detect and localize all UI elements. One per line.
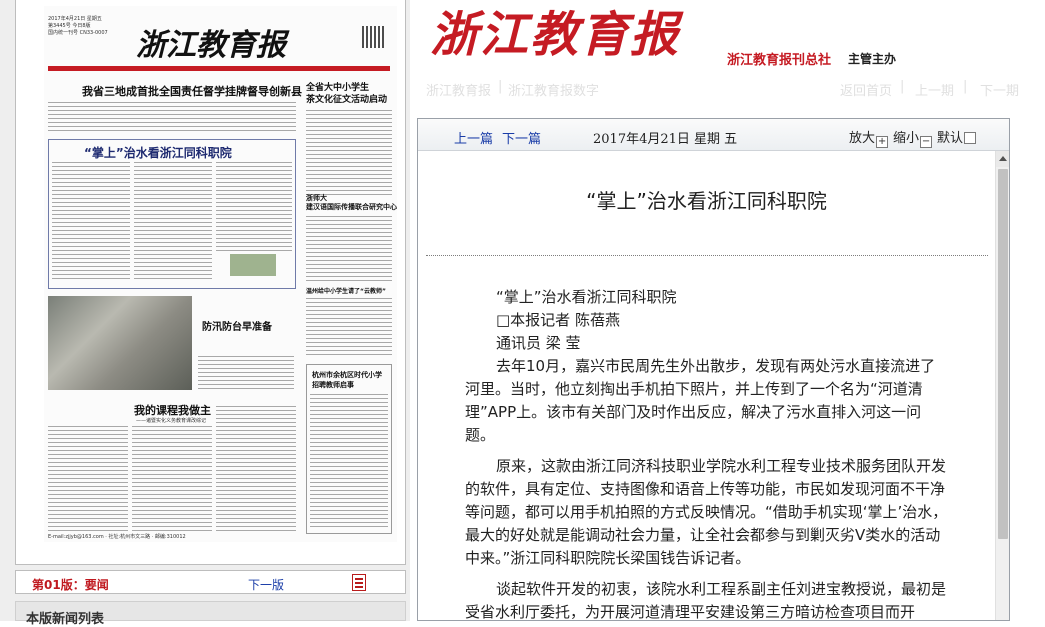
np-headline-wenzhou: 温州给中小学生请了“云教师” — [306, 288, 386, 295]
article-subtitle: “掌上”治水看浙江同科职院 — [496, 288, 677, 306]
zoom-out-label: 缩小 — [893, 131, 920, 146]
page-navigation-bar: 第01版：要闻 下一版 — [15, 570, 406, 594]
default-size-label: 默认 — [937, 131, 964, 146]
np-text-block — [216, 406, 296, 534]
np-text-block — [216, 162, 292, 252]
nav-link-prev-issue[interactable]: 上一期 — [915, 80, 954, 99]
nav-link-digital[interactable]: 浙江教育报数字 — [508, 80, 599, 99]
right-margin — [1010, 118, 1045, 621]
np-footer-line: E-mail:zjjyb@163.com · 社址:杭州市文三路 · 邮编:31… — [48, 534, 186, 540]
np-text-block — [198, 356, 294, 392]
minus-icon: − — [920, 136, 933, 148]
article-paragraph: 谈起软件开发的初衷，该院水利工程系副主任刘进宝教授说，最初是受省水利厅委托，为开… — [465, 580, 947, 621]
np-headline-course: 我的课程我做主 — [134, 404, 211, 417]
issue-date: 2017年4月21日 星期 五 — [593, 132, 738, 147]
article-byline-reporter: □本报记者 陈蓓燕 — [496, 311, 620, 329]
nav-separator: | — [900, 79, 905, 94]
scroll-up-arrow-icon[interactable] — [996, 151, 1009, 167]
np-cn-line: 国内统一刊号 CN33-0007 — [48, 30, 108, 36]
article-paragraph: 去年10月，嘉兴市民周先生外出散步，发现有两处污水直接流进了河里。当时，他立刻掏… — [465, 357, 936, 444]
top-navigation: 浙江教育报 | 浙江教育报数字 返回首页 | 上一期 | 下一期 — [410, 76, 1045, 99]
article-paragraph: 原来，这款由浙江同济科技职业学院水利工程专业技术服务团队开发的软件，具有定位、支… — [465, 457, 948, 567]
np-text-block — [306, 216, 392, 282]
publisher-name: 浙江教育报刊总社 — [727, 53, 832, 68]
article-panel: 上一篇 下一篇 2017年4月21日 星期 五 放大 + 缩小 − 默认 “掌上”治… — [417, 118, 1010, 621]
np-masthead: 浙江教育报 — [136, 28, 286, 63]
next-page-link[interactable]: 下一版 — [248, 576, 284, 593]
np-flood-photo — [48, 296, 192, 390]
np-text-block — [48, 426, 128, 534]
reset-icon — [964, 132, 977, 144]
np-text-block — [310, 394, 388, 528]
article-byline-correspondent: 通讯员 梁 莹 — [496, 334, 581, 352]
np-qr-code — [362, 26, 384, 48]
np-date-line: 2017年4月21日 星期五 — [48, 16, 102, 22]
nav-separator: | — [963, 79, 968, 94]
news-list-header: 本版新闻列表 — [15, 601, 406, 627]
prev-article-link[interactable]: 上一篇 — [454, 128, 493, 147]
newspaper-page-image[interactable]: 2017年4月21日 星期五 第3445号 今日8版 国内统一刊号 CN33-0… — [44, 6, 397, 542]
left-column: 2017年4月21日 星期五 第3445号 今日8版 国内统一刊号 CN33-0… — [0, 0, 410, 627]
np-text-block — [132, 426, 212, 534]
scrollbar-thumb[interactable] — [998, 169, 1008, 539]
default-size-button[interactable]: 默认 — [937, 127, 977, 146]
np-headline-boxed: “掌上”治水看浙江同科职院 — [84, 146, 232, 160]
nav-separator: | — [498, 79, 503, 94]
np-headline-main: 我省三地成首批全国责任督学挂牌督导创新县 — [82, 85, 302, 98]
np-app-image — [230, 254, 276, 276]
article-toolbar: 上一篇 下一篇 2017年4月21日 星期 五 放大 + 缩小 − 默认 — [418, 119, 1009, 151]
nav-link-next-issue[interactable]: 下一期 — [980, 80, 1019, 99]
article-title: “掌上”治水看浙江同科职院 — [586, 189, 827, 213]
np-headline-ad: 杭州市余杭区时代小学 招聘教师启事 — [312, 371, 382, 389]
plus-icon: + — [876, 136, 889, 148]
masthead-logo: 浙江教育报 — [430, 7, 681, 63]
next-article-link[interactable]: 下一篇 — [502, 128, 541, 147]
np-headline-mid: 浙师大 建汉语国际传播联合研究中心 — [306, 194, 397, 211]
news-list-title: 本版新闻列表 — [26, 612, 105, 627]
np-issue-line: 第3445号 今日8版 — [48, 23, 91, 29]
np-text-block — [48, 102, 296, 134]
np-red-bar — [48, 66, 390, 71]
supervisor-label: 主管主办 — [848, 52, 897, 66]
zoom-in-label: 放大 — [849, 131, 876, 146]
np-text-block — [306, 110, 392, 196]
np-headline-right: 全省大中小学生 茶文化征文活动启动 — [306, 83, 388, 105]
newspaper-page-frame: 2017年4月21日 星期五 第3445号 今日8版 国内统一刊号 CN33-0… — [15, 0, 406, 565]
np-text-block — [306, 298, 392, 358]
current-page-label[interactable]: 第01版：要闻 — [32, 576, 109, 593]
zoom-in-button[interactable]: 放大 + — [849, 127, 889, 148]
nav-link-home[interactable]: 返回首页 — [840, 80, 892, 99]
zoom-out-button[interactable]: 缩小 − — [893, 127, 933, 148]
title-divider — [426, 255, 988, 256]
pdf-icon[interactable] — [352, 574, 366, 591]
np-headline-course-sub: ——诸暨实化义务教育课改综记 — [136, 418, 207, 424]
article-scrollbar[interactable] — [995, 151, 1009, 620]
np-headline-flood: 防汛防台早准备 — [202, 322, 272, 333]
np-text-block — [134, 162, 212, 282]
np-text-block — [52, 162, 130, 282]
nav-link-newspaper[interactable]: 浙江教育报 — [426, 80, 491, 99]
article-body: “掌上”治水看浙江同科职院 □本报记者 陈蓓燕 通讯员 梁 莹 去年10月，嘉兴… — [465, 286, 950, 621]
